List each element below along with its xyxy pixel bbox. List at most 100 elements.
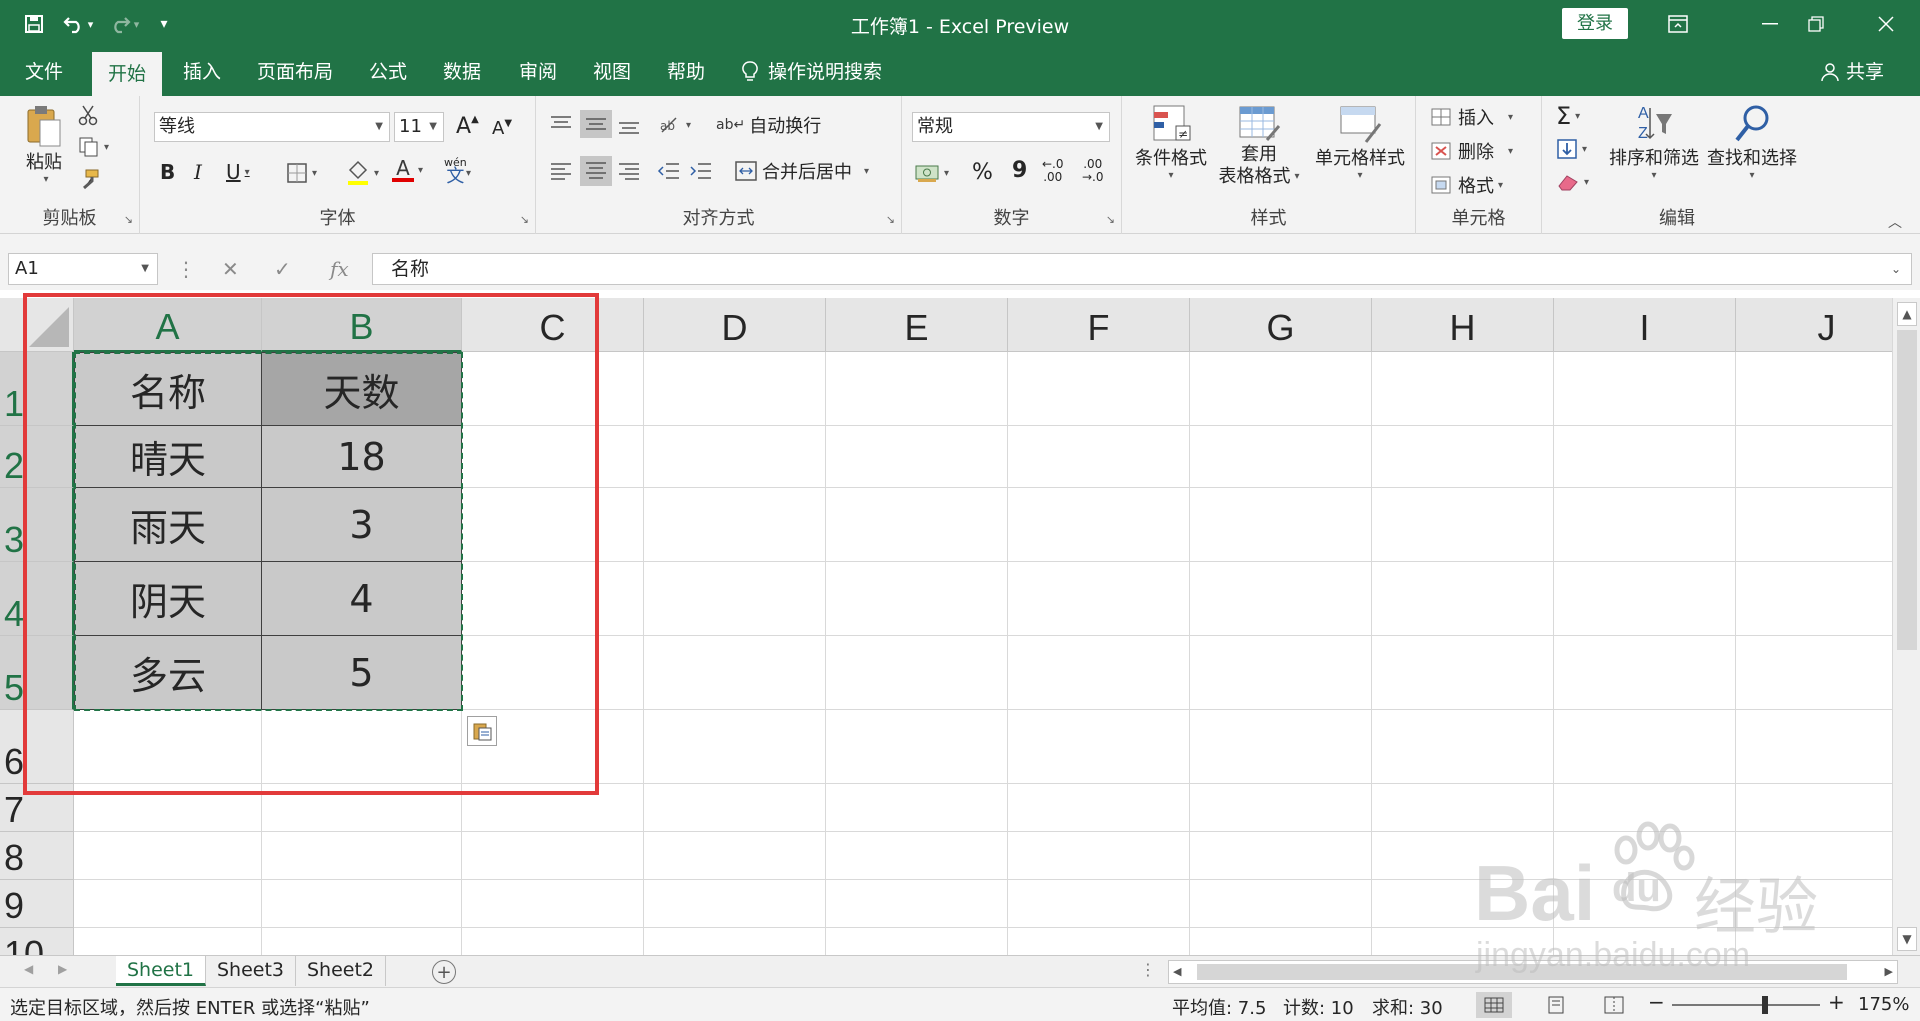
scroll-left-icon[interactable]: ◀ xyxy=(1173,965,1181,978)
align-bottom-icon[interactable] xyxy=(616,114,642,136)
tab-data[interactable]: 数据 xyxy=(430,48,494,96)
page-break-view-icon[interactable] xyxy=(1596,992,1632,1018)
font-name-select[interactable]: 等线 ▼ xyxy=(154,112,390,142)
number-launcher-icon[interactable]: ↘ xyxy=(1106,213,1115,226)
format-painter-icon[interactable] xyxy=(78,168,100,190)
format-cells-button[interactable]: 格式 ▾ xyxy=(1430,172,1503,198)
delete-cells-button[interactable]: 删除 ▾ xyxy=(1430,138,1513,164)
zoom-slider-knob[interactable] xyxy=(1762,996,1768,1014)
name-box[interactable]: A1 ▼ xyxy=(8,253,158,285)
close-icon[interactable] xyxy=(1856,0,1916,48)
restore-icon[interactable] xyxy=(1786,0,1846,48)
phonetic-dropdown-icon[interactable]: ▾ xyxy=(466,168,471,179)
name-box-dropdown-icon[interactable]: ▼ xyxy=(141,254,149,284)
increase-indent-icon[interactable] xyxy=(688,160,714,184)
decrease-decimal-button[interactable]: .00 →.0 xyxy=(1082,158,1104,184)
percent-button[interactable]: % xyxy=(972,160,993,185)
ribbon-display-icon[interactable] xyxy=(1648,0,1708,48)
comma-button[interactable]: 9 xyxy=(1012,158,1027,183)
tab-view[interactable]: 视图 xyxy=(580,48,644,96)
row-header-8[interactable]: 8 xyxy=(0,832,74,880)
zoom-level[interactable]: 175% xyxy=(1858,994,1909,1015)
insert-cells-button[interactable]: 插入 ▾ xyxy=(1430,104,1513,130)
tab-home[interactable]: 开始 xyxy=(92,52,162,96)
page-layout-view-icon[interactable] xyxy=(1538,992,1574,1018)
confirm-entry-icon[interactable]: ✓ xyxy=(274,253,291,285)
add-sheet-icon[interactable]: + xyxy=(432,960,456,984)
vertical-scroll-thumb[interactable] xyxy=(1897,330,1917,650)
horizontal-scrollbar[interactable]: ◀ ▶ xyxy=(1168,960,1898,984)
column-header-d[interactable]: D xyxy=(644,298,826,352)
column-header-f[interactable]: F xyxy=(1008,298,1190,352)
decrease-indent-icon[interactable] xyxy=(656,160,682,184)
collapse-ribbon-icon[interactable]: ︿ xyxy=(1888,212,1902,232)
expand-formula-icon[interactable]: ⌄ xyxy=(1891,254,1901,284)
column-header-g[interactable]: G xyxy=(1190,298,1372,352)
tab-insert[interactable]: 插入 xyxy=(170,48,234,96)
tab-file[interactable]: 文件 xyxy=(14,48,74,96)
alignment-launcher-icon[interactable]: ↘ xyxy=(886,213,895,226)
conditional-formatting-button[interactable]: ≠ 条件格式 ▾ xyxy=(1134,104,1208,181)
cell-styles-button[interactable]: 单元格样式 ▾ xyxy=(1310,104,1410,181)
zoom-in-button[interactable]: + xyxy=(1828,990,1845,1014)
cancel-entry-icon[interactable]: ✕ xyxy=(222,253,239,285)
font-color-button[interactable]: A ▾ xyxy=(392,158,423,182)
sheet-tab-sheet1[interactable]: Sheet1 xyxy=(116,956,206,986)
sheet-tab-sheet2[interactable]: Sheet2 xyxy=(296,956,386,986)
find-select-button[interactable]: 查找和选择 ▾ xyxy=(1704,102,1800,181)
wrap-text-button[interactable]: ab↵ 自动换行 xyxy=(716,112,821,138)
underline-button[interactable]: U ▾ xyxy=(226,160,250,184)
share-button[interactable]: 共享 xyxy=(1820,48,1884,96)
number-format-select[interactable]: 常规 ▼ xyxy=(912,112,1110,142)
column-header-h[interactable]: H xyxy=(1372,298,1554,352)
scroll-right-icon[interactable]: ▶ xyxy=(1885,965,1893,978)
align-middle-icon[interactable] xyxy=(580,110,612,138)
vertical-scrollbar[interactable]: ▲ ▼ xyxy=(1892,298,1920,955)
column-header-e[interactable]: E xyxy=(826,298,1008,352)
next-sheet-icon[interactable]: ▶ xyxy=(58,962,67,976)
login-button[interactable]: 登录 xyxy=(1562,8,1628,39)
clipboard-launcher-icon[interactable]: ↘ xyxy=(124,213,133,226)
column-header-i[interactable]: I xyxy=(1554,298,1736,352)
orientation-icon[interactable]: ab ▾ xyxy=(658,114,691,136)
currency-button[interactable]: ▾ xyxy=(914,162,949,184)
borders-button[interactable]: ▾ xyxy=(286,162,317,184)
paste-button[interactable]: 粘贴 ▾ xyxy=(18,104,70,185)
column-header-j[interactable]: J xyxy=(1736,298,1892,352)
grow-font-button[interactable]: A ▲ xyxy=(456,114,479,139)
insert-function-button[interactable]: fx xyxy=(330,253,349,285)
normal-view-icon[interactable] xyxy=(1476,992,1512,1018)
merge-center-button[interactable]: 合并后居中 ▾ xyxy=(734,158,869,184)
tab-review[interactable]: 审阅 xyxy=(506,48,570,96)
sheet-tab-sheet3[interactable]: Sheet3 xyxy=(206,956,296,986)
align-right-icon[interactable] xyxy=(616,160,642,184)
horizontal-scroll-thumb[interactable] xyxy=(1197,964,1847,980)
zoom-out-button[interactable]: − xyxy=(1648,990,1665,1014)
fill-button[interactable]: ▾ xyxy=(1556,138,1587,160)
tab-help[interactable]: 帮助 xyxy=(654,48,718,96)
row-header-9[interactable]: 9 xyxy=(0,880,74,928)
phonetic-button[interactable]: wén 文 xyxy=(444,156,467,186)
formula-input[interactable]: 名称 ⌄ xyxy=(372,253,1912,285)
align-left-icon[interactable] xyxy=(548,160,574,184)
align-center-icon[interactable] xyxy=(580,156,612,186)
scroll-up-icon[interactable]: ▲ xyxy=(1897,302,1917,326)
autosum-button[interactable]: Σ ▾ xyxy=(1556,102,1580,130)
copy-icon[interactable]: ▾ xyxy=(78,136,109,158)
align-top-icon[interactable] xyxy=(548,114,574,136)
sort-filter-button[interactable]: AZ 排序和筛选 ▾ xyxy=(1608,102,1700,181)
zoom-slider[interactable] xyxy=(1672,1004,1820,1006)
increase-decimal-button[interactable]: ←.0 .00 xyxy=(1042,158,1064,184)
tab-page-layout[interactable]: 页面布局 xyxy=(248,48,342,96)
fill-color-button[interactable]: ▾ xyxy=(346,160,379,186)
tab-formulas[interactable]: 公式 xyxy=(356,48,420,96)
shrink-font-button[interactable]: A ▼ xyxy=(492,118,512,139)
tell-me-search[interactable]: 操作说明搜索 xyxy=(742,48,902,96)
font-launcher-icon[interactable]: ↘ xyxy=(520,213,529,226)
italic-button[interactable]: I xyxy=(194,160,202,184)
row-header-10[interactable]: 10 xyxy=(0,928,74,955)
prev-sheet-icon[interactable]: ◀ xyxy=(24,962,33,976)
format-as-table-button[interactable]: 套用 表格格式 ▾ xyxy=(1214,104,1304,188)
cut-icon[interactable] xyxy=(78,104,98,126)
tab-split-grip-icon[interactable]: ⋮ xyxy=(1140,960,1156,979)
